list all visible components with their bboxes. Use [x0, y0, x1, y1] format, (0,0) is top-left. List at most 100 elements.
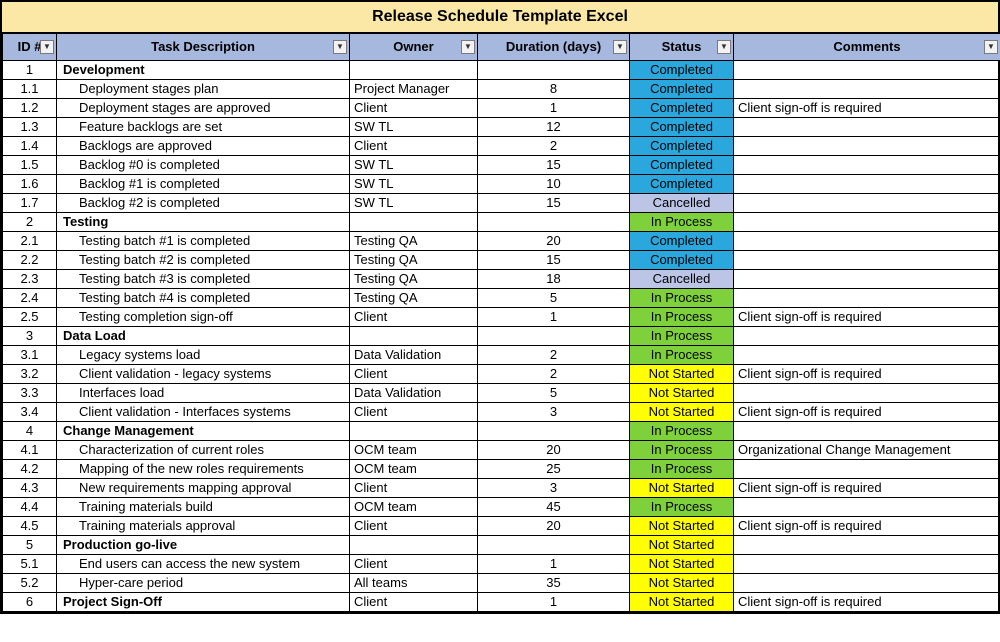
cell-owner[interactable]: Client [350, 364, 478, 383]
task-name[interactable]: Backlog #0 is completed [57, 155, 350, 174]
cell-owner[interactable]: SW TL [350, 193, 478, 212]
status-badge[interactable]: Not Started [630, 535, 734, 554]
task-name[interactable]: New requirements mapping approval [57, 478, 350, 497]
cell-id[interactable]: 4.2 [3, 459, 57, 478]
status-badge[interactable]: Completed [630, 250, 734, 269]
status-badge[interactable]: In Process [630, 326, 734, 345]
status-badge[interactable]: Completed [630, 60, 734, 79]
cell-comments[interactable] [734, 554, 1000, 573]
cell-owner[interactable]: All teams [350, 573, 478, 592]
cell-id[interactable]: 3.4 [3, 402, 57, 421]
cell-duration[interactable]: 12 [478, 117, 630, 136]
cell-comments[interactable] [734, 269, 1000, 288]
cell-duration[interactable]: 45 [478, 497, 630, 516]
cell-owner[interactable]: OCM team [350, 440, 478, 459]
cell-duration[interactable]: 3 [478, 402, 630, 421]
cell-owner[interactable]: Client [350, 98, 478, 117]
status-badge[interactable]: Completed [630, 174, 734, 193]
status-badge[interactable]: Not Started [630, 554, 734, 573]
status-badge[interactable]: In Process [630, 307, 734, 326]
task-name[interactable]: Client validation - legacy systems [57, 364, 350, 383]
status-badge[interactable]: Not Started [630, 478, 734, 497]
cell-comments[interactable] [734, 60, 1000, 79]
cell-owner[interactable]: SW TL [350, 117, 478, 136]
cell-owner[interactable] [350, 421, 478, 440]
cell-duration[interactable]: 20 [478, 440, 630, 459]
cell-duration[interactable]: 2 [478, 345, 630, 364]
cell-comments[interactable] [734, 136, 1000, 155]
cell-id[interactable]: 1.6 [3, 174, 57, 193]
cell-comments[interactable] [734, 155, 1000, 174]
status-badge[interactable]: Cancelled [630, 193, 734, 212]
cell-duration[interactable]: 15 [478, 250, 630, 269]
cell-duration[interactable]: 1 [478, 307, 630, 326]
cell-id[interactable]: 2.3 [3, 269, 57, 288]
cell-owner[interactable]: Testing QA [350, 288, 478, 307]
cell-comments[interactable]: Client sign-off is required [734, 98, 1000, 117]
cell-comments[interactable] [734, 288, 1000, 307]
section-title[interactable]: Development [57, 60, 350, 79]
cell-duration[interactable] [478, 421, 630, 440]
cell-comments[interactable]: Client sign-off is required [734, 592, 1000, 611]
cell-id[interactable]: 5.1 [3, 554, 57, 573]
status-badge[interactable]: Completed [630, 136, 734, 155]
cell-owner[interactable]: Client [350, 592, 478, 611]
cell-id[interactable]: 5.2 [3, 573, 57, 592]
cell-owner[interactable]: Testing QA [350, 231, 478, 250]
cell-comments[interactable]: Client sign-off is required [734, 364, 1000, 383]
cell-id[interactable]: 1.5 [3, 155, 57, 174]
status-badge[interactable]: Completed [630, 79, 734, 98]
cell-id[interactable]: 2.2 [3, 250, 57, 269]
task-name[interactable]: Backlog #1 is completed [57, 174, 350, 193]
cell-comments[interactable] [734, 117, 1000, 136]
cell-id[interactable]: 1.1 [3, 79, 57, 98]
cell-comments[interactable] [734, 497, 1000, 516]
cell-id[interactable]: 4.5 [3, 516, 57, 535]
col-task[interactable]: Task Description [57, 34, 350, 60]
cell-id[interactable]: 2.1 [3, 231, 57, 250]
task-name[interactable]: Legacy systems load [57, 345, 350, 364]
cell-comments[interactable] [734, 193, 1000, 212]
cell-id[interactable]: 1.2 [3, 98, 57, 117]
section-title[interactable]: Production go-live [57, 535, 350, 554]
task-name[interactable]: Feature backlogs are set [57, 117, 350, 136]
task-name[interactable]: Interfaces load [57, 383, 350, 402]
task-name[interactable]: End users can access the new system [57, 554, 350, 573]
cell-duration[interactable]: 35 [478, 573, 630, 592]
cell-duration[interactable]: 2 [478, 136, 630, 155]
status-badge[interactable]: Cancelled [630, 269, 734, 288]
status-badge[interactable]: In Process [630, 440, 734, 459]
task-name[interactable]: Backlogs are approved [57, 136, 350, 155]
task-name[interactable]: Deployment stages plan [57, 79, 350, 98]
cell-owner[interactable] [350, 535, 478, 554]
cell-comments[interactable] [734, 326, 1000, 345]
task-name[interactable]: Characterization of current roles [57, 440, 350, 459]
task-name[interactable]: Backlog #2 is completed [57, 193, 350, 212]
task-name[interactable]: Testing batch #2 is completed [57, 250, 350, 269]
cell-duration[interactable] [478, 212, 630, 231]
task-name[interactable]: Deployment stages are approved [57, 98, 350, 117]
cell-duration[interactable]: 3 [478, 478, 630, 497]
section-title[interactable]: Project Sign-Off [57, 592, 350, 611]
cell-owner[interactable]: OCM team [350, 497, 478, 516]
cell-duration[interactable]: 5 [478, 288, 630, 307]
cell-comments[interactable] [734, 535, 1000, 554]
col-owner[interactable]: Owner [350, 34, 478, 60]
cell-owner[interactable]: Client [350, 554, 478, 573]
cell-comments[interactable] [734, 383, 1000, 402]
task-name[interactable]: Training materials build [57, 497, 350, 516]
cell-id[interactable]: 4.3 [3, 478, 57, 497]
status-badge[interactable]: Completed [630, 117, 734, 136]
cell-duration[interactable]: 18 [478, 269, 630, 288]
status-badge[interactable]: Completed [630, 98, 734, 117]
status-badge[interactable]: In Process [630, 421, 734, 440]
cell-id[interactable]: 2.5 [3, 307, 57, 326]
cell-duration[interactable] [478, 535, 630, 554]
cell-owner[interactable]: Client [350, 516, 478, 535]
section-title[interactable]: Data Load [57, 326, 350, 345]
task-name[interactable]: Client validation - Interfaces systems [57, 402, 350, 421]
cell-owner[interactable]: SW TL [350, 155, 478, 174]
cell-id[interactable]: 1.7 [3, 193, 57, 212]
status-badge[interactable]: Not Started [630, 364, 734, 383]
cell-comments[interactable] [734, 250, 1000, 269]
